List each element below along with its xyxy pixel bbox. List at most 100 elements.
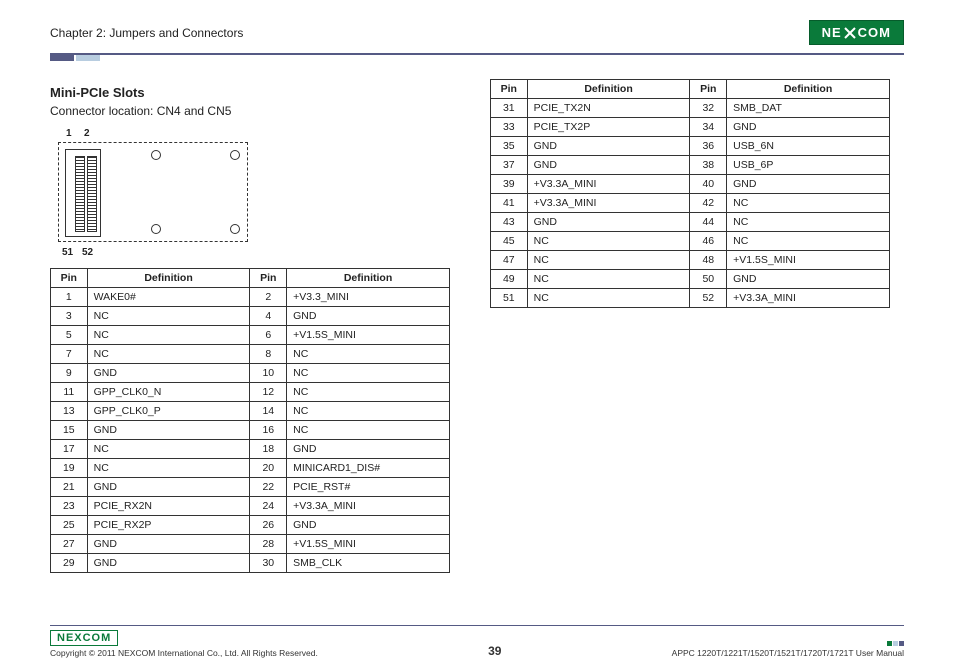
cell-def: NC xyxy=(727,213,890,232)
cell-pin: 21 xyxy=(51,478,88,497)
cell-def: NC xyxy=(287,421,450,440)
footer-left: NEXCOM Copyright © 2011 NEXCOM Internati… xyxy=(50,630,318,658)
cell-pin: 49 xyxy=(491,270,528,289)
cell-def: NC xyxy=(287,345,450,364)
pin-label-2: 2 xyxy=(84,128,90,139)
cell-def: NC xyxy=(527,251,690,270)
table-row: 31PCIE_TX2N32SMB_DAT xyxy=(491,99,890,118)
logo-x-icon xyxy=(843,26,857,40)
cell-pin: 6 xyxy=(250,326,287,345)
cell-def: GND xyxy=(87,554,250,573)
cell-def: +V3.3A_MINI xyxy=(287,497,450,516)
cell-def: NC xyxy=(87,345,250,364)
cell-def: GND xyxy=(527,213,690,232)
table-row: 41+V3.3A_MINI42NC xyxy=(491,194,890,213)
col-def: Definition xyxy=(87,269,250,288)
cell-def: GND xyxy=(727,270,890,289)
cell-def: NC xyxy=(727,232,890,251)
cell-def: +V3.3A_MINI xyxy=(527,194,690,213)
cell-def: +V1.5S_MINI xyxy=(287,535,450,554)
pin-row-odd xyxy=(75,156,85,232)
cell-def: NC xyxy=(527,289,690,308)
cell-def: NC xyxy=(527,270,690,289)
table-row: 49NC50GND xyxy=(491,270,890,289)
cell-def: PCIE_RX2N xyxy=(87,497,250,516)
table-row: 35GND36USB_6N xyxy=(491,137,890,156)
cell-pin: 5 xyxy=(51,326,88,345)
cell-pin: 14 xyxy=(250,402,287,421)
pin-label-51: 51 xyxy=(62,247,73,258)
cell-def: USB_6P xyxy=(727,156,890,175)
table-row: 29GND30SMB_CLK xyxy=(51,554,450,573)
cell-pin: 28 xyxy=(250,535,287,554)
cell-pin: 4 xyxy=(250,307,287,326)
cell-pin: 29 xyxy=(51,554,88,573)
cell-def: NC xyxy=(287,383,450,402)
content-area: Mini-PCIe Slots Connector location: CN4 … xyxy=(0,61,954,573)
cell-def: GND xyxy=(727,175,890,194)
cell-def: GND xyxy=(527,156,690,175)
table-row: 17NC18GND xyxy=(51,440,450,459)
cell-pin: 20 xyxy=(250,459,287,478)
cell-def: +V3.3A_MINI xyxy=(527,175,690,194)
table-row: 27GND28+V1.5S_MINI xyxy=(51,535,450,554)
cell-pin: 23 xyxy=(51,497,88,516)
left-column: Mini-PCIe Slots Connector location: CN4 … xyxy=(50,79,450,573)
mounting-hole-icon xyxy=(151,224,161,234)
cell-pin: 34 xyxy=(690,118,727,137)
cell-def: PCIE_TX2N xyxy=(527,99,690,118)
slot-body xyxy=(65,149,101,237)
page-header: Chapter 2: Jumpers and Connectors NE COM xyxy=(0,0,954,53)
table-row: 7NC8NC xyxy=(51,345,450,364)
cell-pin: 47 xyxy=(491,251,528,270)
cell-pin: 39 xyxy=(491,175,528,194)
cell-pin: 30 xyxy=(250,554,287,573)
cell-pin: 36 xyxy=(690,137,727,156)
table-row: 25PCIE_RX2P26GND xyxy=(51,516,450,535)
cell-pin: 18 xyxy=(250,440,287,459)
cell-pin: 17 xyxy=(51,440,88,459)
cell-def: GPP_CLK0_N xyxy=(87,383,250,402)
table-row: 51NC52+V3.3A_MINI xyxy=(491,289,890,308)
col-pin: Pin xyxy=(491,80,528,99)
cell-def: GND xyxy=(287,440,450,459)
table-row: 37GND38USB_6P xyxy=(491,156,890,175)
pcb-outline xyxy=(58,142,248,242)
cell-pin: 38 xyxy=(690,156,727,175)
col-def: Definition xyxy=(527,80,690,99)
cell-def: GPP_CLK0_P xyxy=(87,402,250,421)
table-header-row: Pin Definition Pin Definition xyxy=(51,269,450,288)
cell-def: PCIE_TX2P xyxy=(527,118,690,137)
table-header-row: Pin Definition Pin Definition xyxy=(491,80,890,99)
cell-pin: 26 xyxy=(250,516,287,535)
cell-pin: 51 xyxy=(491,289,528,308)
cell-pin: 35 xyxy=(491,137,528,156)
cell-pin: 43 xyxy=(491,213,528,232)
col-pin: Pin xyxy=(690,80,727,99)
connector-diagram: 1 2 51 52 xyxy=(54,128,254,258)
table-row: 13GPP_CLK0_P14NC xyxy=(51,402,450,421)
cell-def: GND xyxy=(87,535,250,554)
cell-def: GND xyxy=(287,516,450,535)
cell-def: GND xyxy=(87,421,250,440)
cell-pin: 3 xyxy=(51,307,88,326)
page-footer: NEXCOM Copyright © 2011 NEXCOM Internati… xyxy=(50,625,904,658)
cell-def: NC xyxy=(287,402,450,421)
chapter-title: Chapter 2: Jumpers and Connectors xyxy=(50,26,243,40)
cell-pin: 9 xyxy=(51,364,88,383)
section-title: Mini-PCIe Slots xyxy=(50,85,450,100)
cell-pin: 37 xyxy=(491,156,528,175)
mounting-hole-icon xyxy=(230,224,240,234)
cell-def: USB_6N xyxy=(727,137,890,156)
pin-label-1: 1 xyxy=(66,128,72,139)
cell-pin: 7 xyxy=(51,345,88,364)
cell-pin: 42 xyxy=(690,194,727,213)
pin-row-even xyxy=(87,156,97,232)
table-row: 21GND22PCIE_RST# xyxy=(51,478,450,497)
col-def: Definition xyxy=(287,269,450,288)
cell-pin: 16 xyxy=(250,421,287,440)
cell-pin: 41 xyxy=(491,194,528,213)
cell-def: +V1.5S_MINI xyxy=(287,326,450,345)
connector-location: Connector location: CN4 and CN5 xyxy=(50,104,450,118)
table-row: 9GND10NC xyxy=(51,364,450,383)
